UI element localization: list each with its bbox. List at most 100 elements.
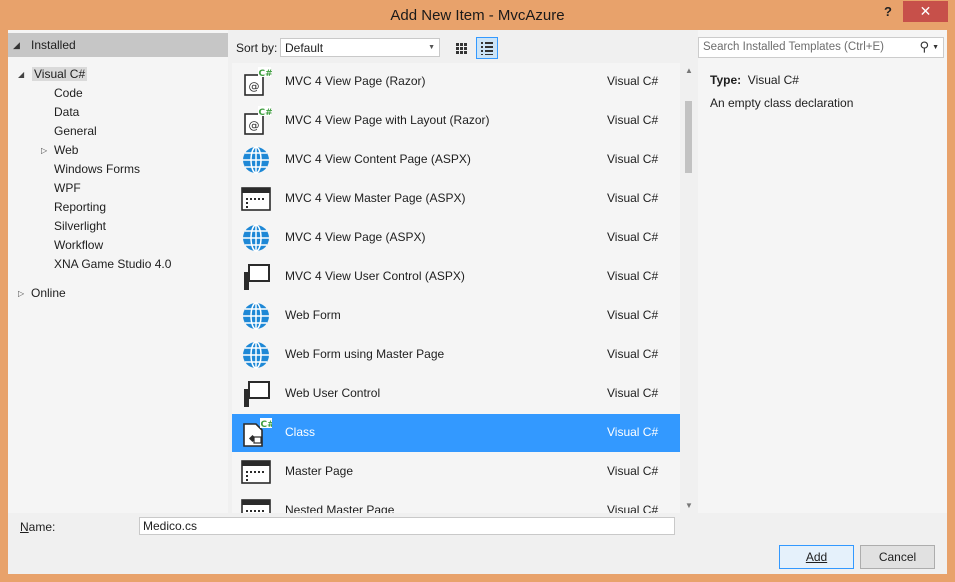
window-title: Add New Item - MvcAzure	[390, 7, 565, 24]
template-name: MVC 4 View Content Page (ASPX)	[285, 152, 471, 166]
type-value: Visual C#	[747, 73, 799, 87]
template-list[interactable]: @ C# MVC 4 View Page (Razor) Visual C# @ C# MV…	[232, 63, 680, 513]
expand-arrow-icon[interactable]: ▷	[41, 141, 47, 160]
class-icon: C#	[240, 418, 275, 448]
template-language: Visual C#	[607, 152, 659, 166]
template-row[interactable]: MVC 4 View Master Page (ASPX) Visual C#	[232, 180, 680, 218]
razor-page-icon: @ C#	[240, 106, 273, 136]
template-name: MVC 4 View Master Page (ASPX)	[285, 191, 466, 205]
small-icons-view-button[interactable]	[450, 37, 472, 59]
sort-label: Sort by:	[236, 41, 278, 55]
template-row[interactable]: MVC 4 View User Control (ASPX) Visual C#	[232, 258, 680, 296]
user-control-icon	[240, 379, 272, 409]
template-language: Visual C#	[607, 269, 659, 283]
globe-icon	[240, 223, 272, 253]
tree-item-label: XNA Game Studio 4.0	[54, 257, 172, 271]
tree-item-workflow[interactable]: Workflow	[54, 236, 103, 255]
template-name: Nested Master Page	[285, 503, 395, 513]
type-line: Type: Visual C#	[710, 73, 799, 87]
template-name: Master Page	[285, 464, 354, 478]
type-label: Type:	[710, 73, 742, 87]
template-row[interactable]: @ C# MVC 4 View Page with Layout (Razor) Vi…	[232, 102, 680, 140]
search-icon[interactable]: ⚲	[919, 39, 929, 55]
template-row[interactable]: MVC 4 View Page (ASPX) Visual C#	[232, 219, 680, 257]
tree-item-xna-game-studio-4-0[interactable]: XNA Game Studio 4.0	[54, 255, 171, 274]
template-row[interactable]: Web Form Visual C#	[232, 297, 680, 335]
svg-text:C#: C#	[259, 108, 273, 118]
installed-header[interactable]: ◢ Installed	[8, 33, 228, 57]
name-label-rest: ame:	[28, 520, 56, 534]
template-row[interactable]: Nested Master Page Visual C#	[232, 492, 680, 513]
title-bar[interactable]: Add New Item - MvcAzure ? ✕	[0, 0, 955, 30]
template-row[interactable]: Master Page Visual C#	[232, 453, 680, 491]
close-button[interactable]: ✕	[903, 1, 948, 22]
tree-item-windows-forms[interactable]: Windows Forms	[54, 160, 140, 179]
expand-arrow-icon[interactable]: ▷	[18, 284, 24, 303]
search-placeholder: Search Installed Templates (Ctrl+E)	[703, 41, 884, 53]
template-name: Web Form	[285, 308, 341, 322]
chevron-down-icon[interactable]: ▼	[932, 44, 939, 51]
scroll-up-icon[interactable]: ▲	[685, 66, 693, 75]
tree-item-code[interactable]: Code	[54, 84, 83, 103]
user-control-icon	[240, 262, 272, 292]
dialog-client: ◢ Installed ◢ Visual C# Code Data General ▷ We…	[8, 30, 947, 574]
template-language: Visual C#	[607, 347, 659, 361]
template-name: Web Form using Master Page	[285, 347, 445, 361]
globe-icon	[240, 145, 272, 175]
template-language: Visual C#	[607, 113, 659, 127]
svg-text:@: @	[249, 119, 260, 132]
template-name: MVC 4 View Page (Razor)	[285, 74, 426, 88]
tree-item-label: Reporting	[54, 200, 107, 214]
add-button[interactable]: Add	[779, 545, 854, 569]
template-language: Visual C#	[607, 425, 659, 439]
template-row[interactable]: MVC 4 View Content Page (ASPX) Visual C#	[232, 141, 680, 179]
chevron-down-icon: ▼	[428, 44, 435, 51]
template-row[interactable]: C# Class Visual C#	[232, 414, 680, 452]
tree-item-reporting[interactable]: Reporting	[54, 198, 106, 217]
tree-item-label: Data	[54, 105, 80, 119]
tree-item-label: Online	[31, 286, 66, 300]
template-row[interactable]: @ C# MVC 4 View Page (Razor) Visual C#	[232, 63, 680, 101]
grid-view-icon	[456, 43, 467, 54]
tree-item-web[interactable]: ▷ Web	[41, 141, 78, 160]
globe-icon	[240, 301, 272, 331]
template-row[interactable]: Web User Control Visual C#	[232, 375, 680, 413]
name-field[interactable]	[139, 517, 675, 535]
tree-item-label: Windows Forms	[54, 162, 141, 176]
sort-dropdown[interactable]: Default ▼	[280, 38, 440, 57]
search-input[interactable]: Search Installed Templates (Ctrl+E) ⚲ ▼	[698, 37, 944, 58]
tree-item-label: Silverlight	[54, 219, 107, 233]
template-row[interactable]: Web Form using Master Page Visual C#	[232, 336, 680, 374]
svg-text:C#: C#	[261, 420, 273, 430]
template-name: Class	[285, 425, 316, 439]
tree-item-online[interactable]: ▷ Online	[18, 284, 66, 303]
razor-page-icon: @ C#	[240, 67, 273, 97]
scroll-down-icon[interactable]: ▼	[685, 501, 693, 510]
tree-item-visual-c[interactable]: ◢ Visual C#	[18, 65, 88, 84]
tree-item-silverlight[interactable]: Silverlight	[54, 217, 106, 236]
scroll-thumb[interactable]	[685, 101, 692, 173]
tree-item-wpf[interactable]: WPF	[54, 179, 81, 198]
tree-item-data[interactable]: Data	[54, 103, 79, 122]
template-list-scrollbar[interactable]: ▲ ▼	[680, 63, 698, 513]
globe-icon	[240, 340, 272, 370]
tree-item-general[interactable]: General	[54, 122, 97, 141]
cancel-button[interactable]: Cancel	[860, 545, 935, 569]
template-language: Visual C#	[607, 386, 659, 400]
collapse-triangle-icon[interactable]: ◢	[18, 65, 24, 84]
collapse-triangle-icon: ◢	[13, 40, 20, 50]
svg-text:@: @	[249, 80, 260, 93]
name-label: Name:	[20, 520, 56, 534]
tree-item-label: Visual C#	[32, 67, 88, 81]
template-description: An empty class declaration	[710, 96, 854, 110]
help-button[interactable]: ?	[880, 4, 896, 20]
installed-label: Installed	[31, 38, 76, 52]
master-page-icon	[240, 184, 272, 214]
template-name: MVC 4 View Page with Layout (Razor)	[285, 113, 490, 127]
sort-bar: Sort by: Default ▼	[232, 37, 698, 59]
tree-item-label: General	[54, 124, 97, 138]
template-language: Visual C#	[607, 503, 659, 513]
template-language: Visual C#	[607, 308, 659, 322]
list-view-button[interactable]	[476, 37, 498, 59]
tree-item-label: WPF	[54, 181, 81, 195]
